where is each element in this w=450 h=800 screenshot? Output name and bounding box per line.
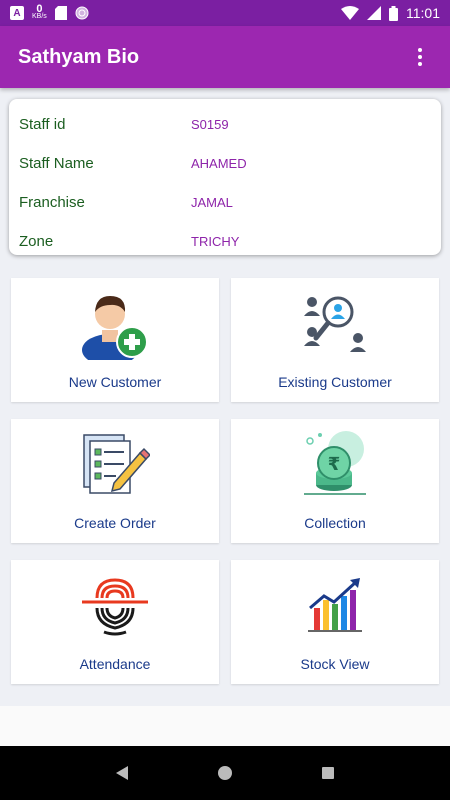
staff-info-card: Staff id S0159 Staff Name AHAMED Franchi… [9, 99, 441, 255]
tile-label: New Customer [68, 374, 162, 390]
attendance-tile[interactable]: Attendance [11, 560, 219, 684]
collection-tile[interactable]: ₹ Collection [231, 419, 439, 543]
tile-label: Stock View [300, 656, 370, 672]
tile-label: Existing Customer [278, 374, 392, 390]
home-icon[interactable] [210, 758, 240, 788]
info-label: Zone [19, 233, 54, 250]
bottom-strip [0, 706, 450, 746]
existing-customer-tile[interactable]: Existing Customer [231, 278, 439, 402]
checklist-pencil-icon [83, 434, 150, 494]
info-value: AHAMED [191, 156, 247, 171]
signal-icon [367, 6, 381, 20]
tile-label: Attendance [79, 656, 151, 672]
add-user-icon [82, 296, 148, 360]
clock-time: 11:01 [406, 5, 440, 21]
sd-card-icon [54, 6, 67, 20]
svg-text:₹: ₹ [328, 454, 341, 475]
info-value: S0159 [191, 117, 229, 132]
info-row-franchise: Franchise JAMAL [19, 183, 431, 222]
rupee-coins-icon: ₹ [304, 431, 366, 495]
circle-notification-icon [75, 6, 89, 20]
tile-label: Collection [304, 515, 366, 531]
info-row-staff-name: Staff Name AHAMED [19, 144, 431, 183]
search-customer-icon [304, 296, 366, 352]
wifi-icon [341, 6, 359, 20]
battery-icon [389, 5, 398, 21]
back-icon[interactable] [107, 758, 137, 788]
status-bar: A 0 KB/s 11:01 [0, 0, 450, 26]
info-label: Staff id [19, 116, 66, 133]
info-row-zone: Zone TRICHY [19, 222, 431, 261]
app-bar: Sathyam Bio [0, 26, 450, 88]
info-value: JAMAL [191, 195, 233, 210]
stock-view-tile[interactable]: Stock View [231, 560, 439, 684]
network-speed: 0 KB/s [32, 3, 47, 21]
create-order-tile[interactable]: Create Order [11, 419, 219, 543]
growth-chart-icon [308, 578, 362, 632]
info-label: Franchise [19, 194, 85, 211]
recents-icon[interactable] [313, 758, 343, 788]
tile-label: Create Order [74, 515, 156, 531]
overflow-menu-icon[interactable] [408, 45, 432, 69]
new-customer-tile[interactable]: New Customer [11, 278, 219, 402]
info-row-staff-id: Staff id S0159 [19, 105, 431, 144]
info-label: Staff Name [19, 155, 94, 172]
app-title: Sathyam Bio [18, 45, 140, 68]
app-notification-icon: A [10, 6, 24, 20]
fingerprint-icon [82, 578, 148, 636]
info-value: TRICHY [191, 234, 240, 249]
system-nav-bar [0, 746, 450, 800]
